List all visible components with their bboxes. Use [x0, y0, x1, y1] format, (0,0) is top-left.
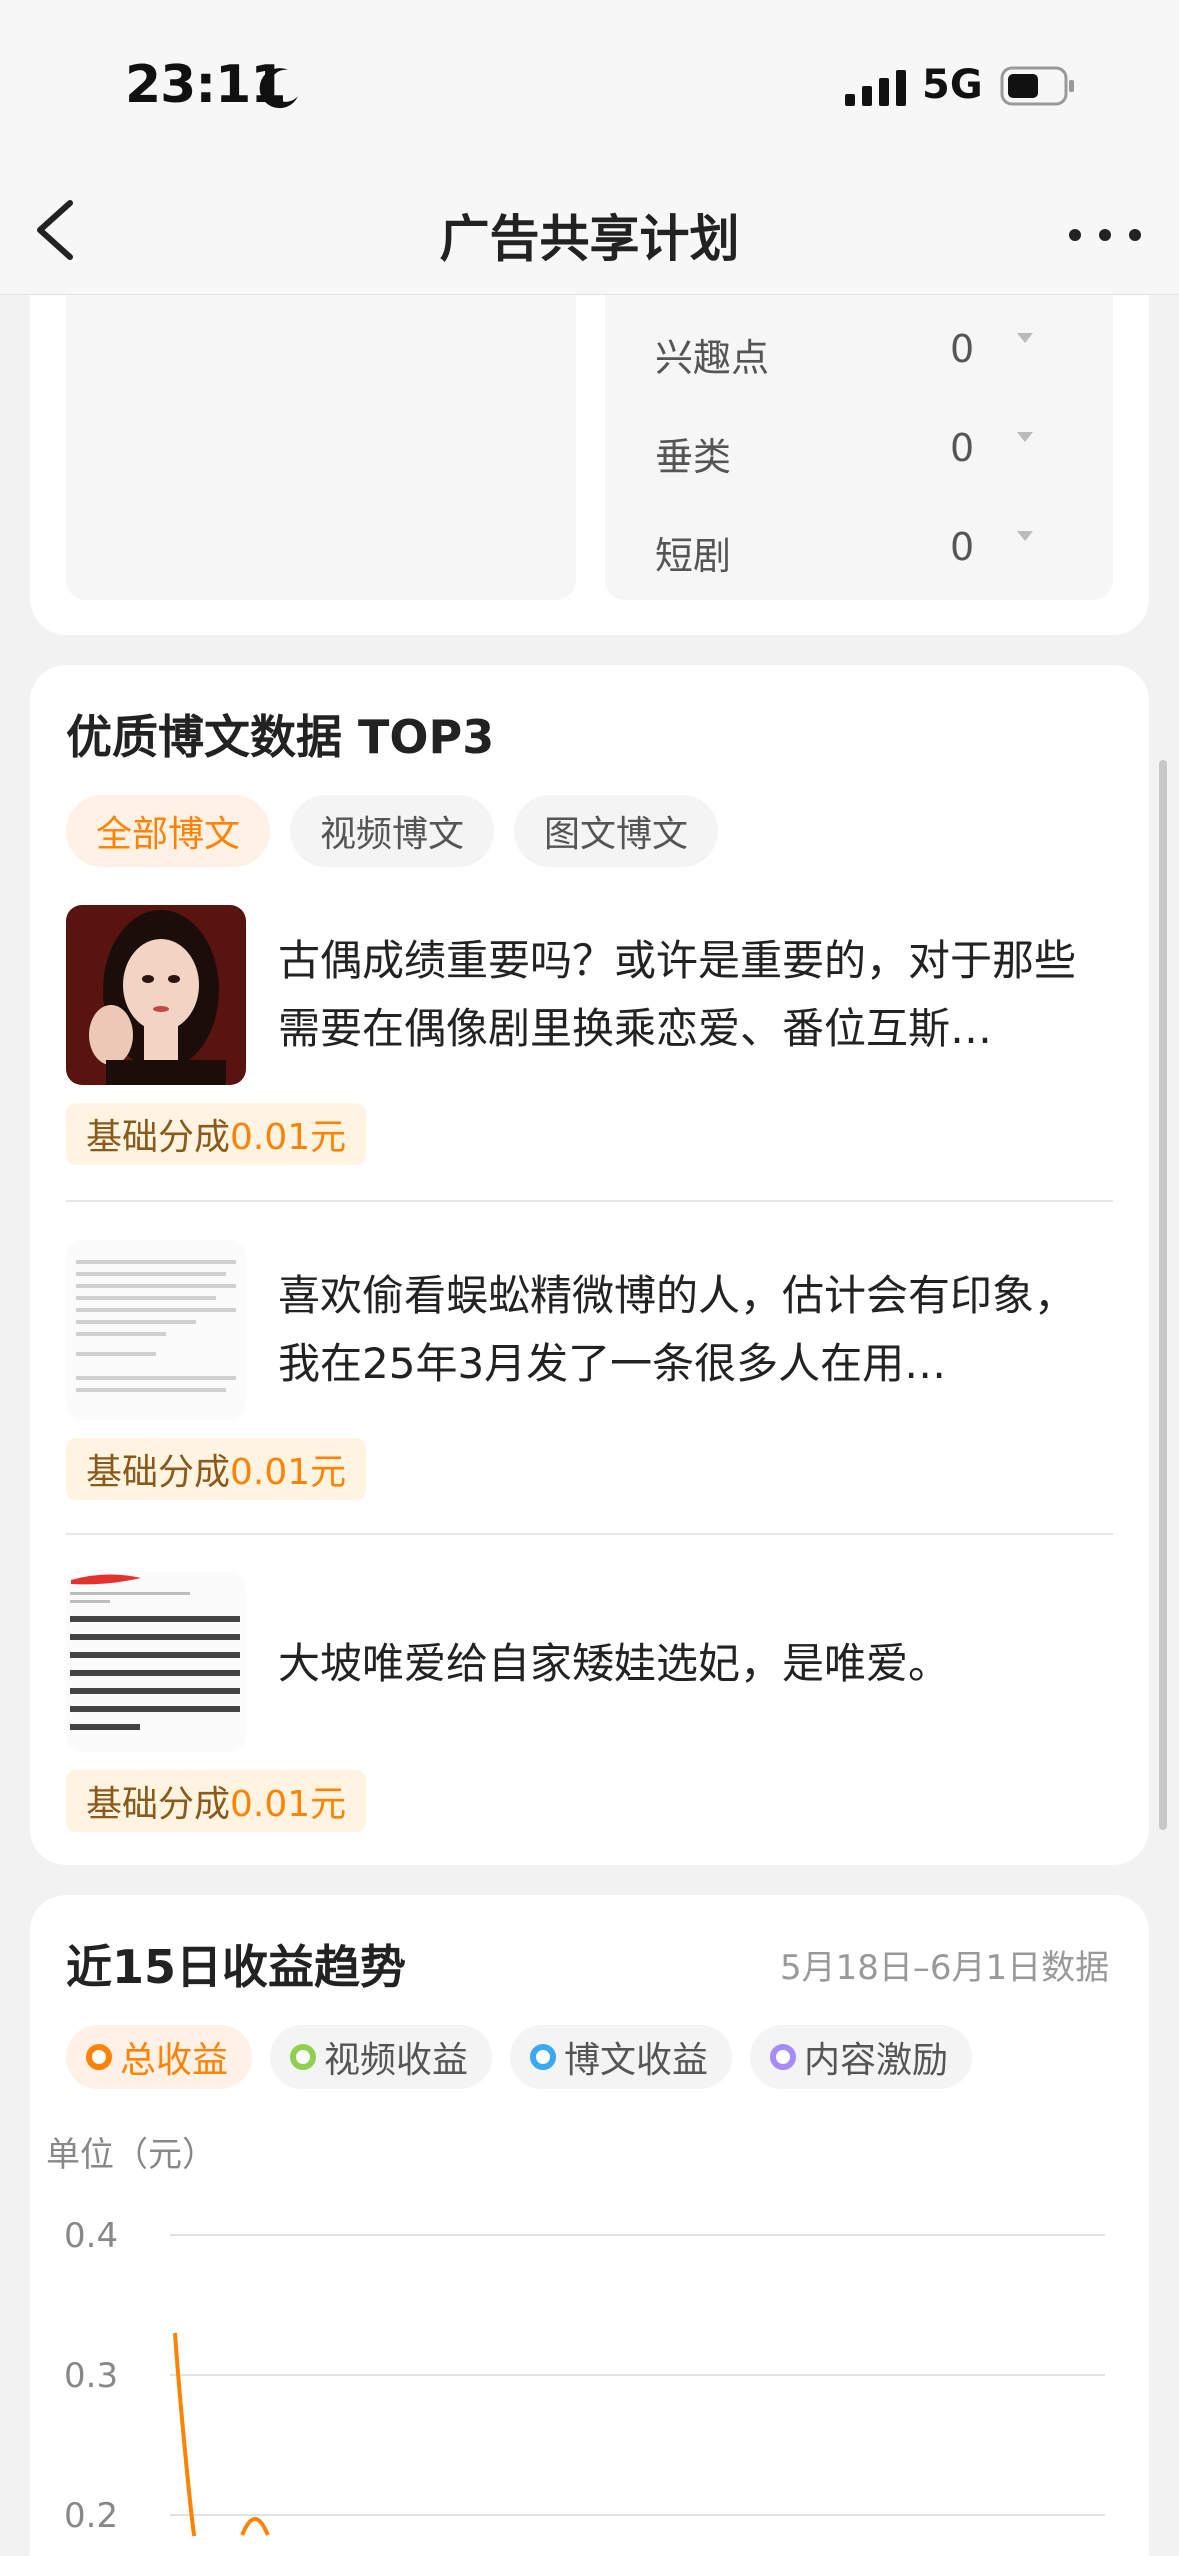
- legend-post-revenue[interactable]: 博文收益: [510, 2025, 733, 2089]
- badge-label: 基础分成: [86, 1784, 231, 1825]
- legend-video-revenue[interactable]: 视频收益: [270, 2025, 493, 2089]
- post-thumbnail: [66, 1240, 246, 1420]
- post-text: 古偶成绩重要吗？或许是重要的，对于那些需要在偶像剧里换乘恋爱、番位互斯…: [278, 936, 1077, 1053]
- tab-image-posts[interactable]: 图文博文: [514, 795, 719, 867]
- nav-bar: 广告共享计划: [0, 165, 1179, 295]
- page-title: 广告共享计划: [439, 210, 740, 268]
- scrollbar[interactable]: [1159, 760, 1167, 1830]
- filter-row-category[interactable]: 垂类 0: [605, 426, 1113, 516]
- divider: [66, 1200, 1113, 1202]
- legend-total-revenue[interactable]: 总收益: [66, 2025, 253, 2089]
- radio-dot-icon: [530, 2044, 557, 2070]
- filter-row-interest[interactable]: 兴趣点 0: [605, 327, 1113, 417]
- revenue-badge: 基础分成 0.01元: [66, 1770, 367, 1832]
- legend-content-incentive[interactable]: 内容激励: [750, 2025, 973, 2089]
- badge-amount: 0.01元: [230, 1784, 347, 1825]
- unit-label: 单位（元）: [46, 2135, 216, 2175]
- trend-title: 近15日收益趋势: [66, 1940, 407, 1994]
- legend-label: 视频收益: [324, 2040, 469, 2081]
- divider: [66, 1533, 1113, 1535]
- badge-label: 基础分成: [86, 1452, 231, 1493]
- radio-dot-icon: [86, 2044, 112, 2070]
- revenue-badge: 基础分成 0.01元: [66, 1103, 367, 1165]
- radio-dot-icon: [770, 2044, 797, 2070]
- filter-label: 短剧: [655, 534, 732, 578]
- filter-value: 0: [950, 525, 975, 569]
- y-tick-label: 0.2: [64, 2496, 118, 2536]
- post-item[interactable]: 古偶成绩重要吗？或许是重要的，对于那些需要在偶像剧里换乘恋爱、番位互斯… 基础分…: [66, 905, 1113, 1235]
- trend-card: 近15日收益趋势 5月18日–6月1日数据 总收益 视频收益 博文收益 内容激励…: [30, 1895, 1149, 2556]
- post-text: 喜欢偷看蜈蚣精微博的人，估计会有印象，我在25年3月发了一条很多人在用…: [278, 1271, 1077, 1388]
- post-thumbnail: [66, 1572, 246, 1752]
- revenue-chart: 0.4 0.3 0.2: [64, 2216, 1105, 2537]
- signal-icon: [845, 68, 906, 106]
- filter-value: 0: [950, 426, 975, 470]
- y-tick-label: 0.4: [64, 2216, 118, 2256]
- filter-right-panel: 兴趣点 0 垂类 0 短剧 0: [605, 295, 1113, 600]
- series-line-total-revenue-segment: [240, 2517, 270, 2536]
- filter-left-panel: [66, 295, 576, 600]
- radio-dot-icon: [290, 2044, 317, 2070]
- network-type: 5G: [922, 62, 983, 108]
- tab-video-posts[interactable]: 视频博文: [290, 795, 495, 867]
- filter-label: 垂类: [655, 435, 732, 479]
- filter-value: 0: [950, 327, 975, 371]
- top3-title: 优质博文数据 TOP3: [66, 710, 495, 764]
- revenue-badge: 基础分成 0.01元: [66, 1438, 367, 1500]
- badge-amount: 0.01元: [230, 1117, 347, 1158]
- caret-down-icon: [1017, 531, 1033, 541]
- post-thumbnail: [66, 905, 246, 1085]
- badge-label: 基础分成: [86, 1117, 231, 1158]
- tab-all-posts[interactable]: 全部博文: [66, 795, 271, 867]
- caret-down-icon: [1017, 333, 1033, 343]
- more-icon[interactable]: [1065, 220, 1145, 250]
- post-item[interactable]: 大坡唯爱给自家矮娃选妃，是唯爱。 基础分成 0.01元: [66, 1572, 1113, 1902]
- top3-card: 优质博文数据 TOP3 全部博文 视频博文 图文博文 古偶成绩重要吗？或许是重要…: [30, 665, 1149, 1865]
- post-item[interactable]: 喜欢偷看蜈蚣精微博的人，估计会有印象，我在25年3月发了一条很多人在用… 基础分…: [66, 1240, 1113, 1570]
- moon-icon: [259, 68, 298, 109]
- filter-label: 兴趣点: [655, 336, 770, 380]
- post-type-tabs: 全部博文 视频博文 图文博文: [66, 795, 719, 867]
- battery-icon: [1000, 66, 1074, 106]
- filter-row-short-drama[interactable]: 短剧 0: [605, 525, 1113, 615]
- status-bar: 23:11 5G: [0, 0, 1179, 165]
- y-tick-label: 0.3: [64, 2356, 118, 2396]
- legend-label: 内容激励: [804, 2040, 949, 2081]
- filter-card: 兴趣点 0 垂类 0 短剧 0: [30, 295, 1149, 635]
- legend-label: 博文收益: [564, 2040, 709, 2081]
- badge-amount: 0.01元: [230, 1452, 347, 1493]
- post-text: 大坡唯爱给自家矮娃选妃，是唯爱。: [278, 1639, 951, 1688]
- legend-label: 总收益: [120, 2040, 229, 2081]
- caret-down-icon: [1017, 432, 1033, 442]
- series-line-total-revenue: [173, 2332, 197, 2537]
- legend: 总收益 视频收益 博文收益 内容激励: [66, 2025, 973, 2089]
- date-range: 5月18日–6月1日数据: [780, 1948, 1110, 1988]
